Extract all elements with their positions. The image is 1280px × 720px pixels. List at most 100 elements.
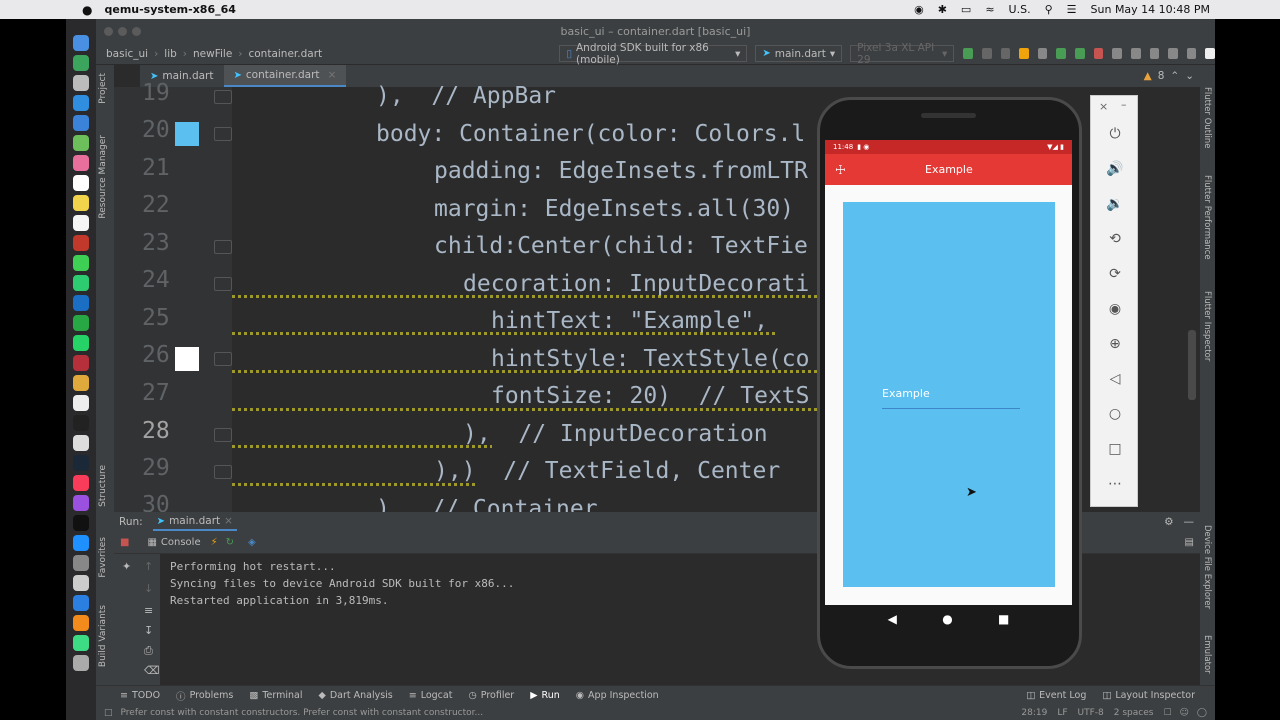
datetime[interactable]: Sun May 14 10:48 PM xyxy=(1091,3,1210,16)
up-arrow-icon[interactable]: ↑ xyxy=(144,560,153,573)
pin-icon[interactable]: ✦ xyxy=(122,560,131,573)
home-icon[interactable]: ○ xyxy=(1105,404,1125,424)
tv-icon[interactable] xyxy=(73,515,89,531)
fold-marker[interactable] xyxy=(214,90,232,104)
back-icon[interactable]: ◀ xyxy=(888,612,897,626)
logcat-tool[interactable]: ≡ Logcat xyxy=(401,690,461,701)
run-tool[interactable]: ▶ Run xyxy=(522,690,568,701)
soft-wrap-icon[interactable]: ≡ xyxy=(144,604,153,617)
fold-marker[interactable] xyxy=(214,277,232,291)
flutter-inspector-tool[interactable]: Flutter Inspector xyxy=(1202,291,1212,361)
numbers-icon[interactable] xyxy=(73,315,89,331)
avd-selector[interactable]: Pixel 3a XL API 29 ▾ xyxy=(850,42,955,66)
breadcrumb-lib[interactable]: lib xyxy=(158,48,183,60)
inspector-icon[interactable] xyxy=(1168,48,1178,59)
indent-setting[interactable]: 2 spaces xyxy=(1114,708,1154,718)
status-message[interactable]: Prefer const with constant constructors.… xyxy=(121,708,484,718)
search-icon[interactable]: ⚲ xyxy=(1045,3,1053,16)
notes-icon[interactable] xyxy=(73,195,89,211)
app-inspection-tool[interactable]: ◉ App Inspection xyxy=(568,690,667,701)
android-studio-icon[interactable] xyxy=(73,635,89,651)
chevron-down-icon[interactable]: ⌄ xyxy=(1185,70,1194,82)
print-icon[interactable]: ⎙ xyxy=(144,644,153,658)
tab-container-dart[interactable]: ➤ container.dart × xyxy=(223,65,347,87)
home-icon[interactable]: ● xyxy=(942,612,952,626)
whatsapp-icon[interactable] xyxy=(73,335,89,351)
warning-icon[interactable]: ▲ xyxy=(1144,70,1152,82)
console-tab[interactable]: Console xyxy=(161,537,201,548)
device-selector[interactable]: ▯ Android SDK built for x86 (mobile) ▾ xyxy=(559,42,748,66)
hot-restart-icon[interactable] xyxy=(1056,48,1067,59)
music-icon[interactable] xyxy=(73,475,89,491)
gear-icon[interactable]: ⚙ xyxy=(1164,516,1173,528)
photos-icon[interactable] xyxy=(73,155,89,171)
launchpad-icon[interactable] xyxy=(73,75,89,91)
hector-icon[interactable]: ☺ xyxy=(1180,708,1189,718)
hot-reload-icon[interactable]: ⚡ xyxy=(211,537,218,548)
game-icon[interactable] xyxy=(73,355,89,371)
minimize-icon[interactable]: – xyxy=(1121,98,1127,111)
run-tab-main-dart[interactable]: ➤ main.dart × xyxy=(152,513,237,531)
emulator-tool[interactable]: Emulator xyxy=(1202,635,1212,674)
settings-icon[interactable] xyxy=(73,555,89,571)
facetime-icon[interactable] xyxy=(73,275,89,291)
overview-icon[interactable]: □ xyxy=(1105,439,1125,459)
camera-icon[interactable]: ◉ xyxy=(1105,299,1125,319)
volume-up-icon[interactable]: 🔊 xyxy=(1105,159,1125,179)
run-icon[interactable] xyxy=(963,48,973,59)
app-store-icon[interactable] xyxy=(73,535,89,551)
build-variants-tool[interactable]: Build Variants xyxy=(98,605,108,667)
apple-icon[interactable]: ● xyxy=(82,3,92,17)
android-icon[interactable] xyxy=(1075,48,1085,59)
reminders-icon[interactable] xyxy=(73,215,89,231)
rotate-left-icon[interactable]: ⟲ xyxy=(1105,229,1125,249)
caret-position[interactable]: 28:19 xyxy=(1021,708,1047,718)
photo-booth-icon[interactable] xyxy=(73,235,89,251)
more-icon[interactable]: ⋯ xyxy=(1105,474,1125,494)
epic-games-icon[interactable] xyxy=(73,415,89,431)
bluetooth-icon[interactable]: ✱ xyxy=(938,3,947,16)
breadcrumb-newfile[interactable]: newFile xyxy=(187,48,238,60)
record-icon[interactable]: ◉ xyxy=(914,3,924,16)
close-icon[interactable]: × xyxy=(1099,100,1108,113)
avd-manager-icon[interactable] xyxy=(1130,48,1141,59)
app-name[interactable]: qemu-system-x86_64 xyxy=(104,3,235,16)
trash-icon[interactable] xyxy=(73,655,89,671)
calendar-icon[interactable] xyxy=(73,175,89,191)
todo-tool[interactable]: ≡ TODO xyxy=(96,690,168,701)
memory-icon[interactable]: ◯ xyxy=(1197,708,1207,718)
vscode-icon[interactable] xyxy=(73,295,89,311)
favorites-tool[interactable]: Favorites xyxy=(98,537,108,578)
settings-icon[interactable] xyxy=(1205,48,1216,59)
close-icon[interactable]: × xyxy=(328,69,337,81)
project-tool[interactable]: Project xyxy=(98,73,108,104)
input-source[interactable]: U.S. xyxy=(1009,3,1031,16)
dart-analysis-tool[interactable]: ◆ Dart Analysis xyxy=(311,690,401,701)
disk-utility-icon[interactable] xyxy=(73,575,89,591)
recents-icon[interactable]: ■ xyxy=(998,612,1009,626)
back-icon[interactable]: ◁ xyxy=(1105,369,1125,389)
fold-marker[interactable] xyxy=(214,240,232,254)
close-icon[interactable]: × xyxy=(224,515,233,527)
profiler-tool[interactable]: ◷ Profiler xyxy=(460,690,522,701)
minimize-window-button[interactable] xyxy=(118,27,127,36)
chrome-icon-2[interactable] xyxy=(73,375,89,391)
attach-icon[interactable] xyxy=(1000,48,1011,59)
fold-marker[interactable] xyxy=(214,428,232,442)
breadcrumb-file[interactable]: container.dart xyxy=(242,48,328,60)
keynote-icon[interactable] xyxy=(73,595,89,611)
power-icon[interactable]: ⏻ xyxy=(1105,124,1125,144)
rotate-right-icon[interactable]: ⟳ xyxy=(1105,264,1125,284)
sync-icon[interactable] xyxy=(1112,48,1122,59)
file-encoding[interactable]: UTF-8 xyxy=(1078,708,1104,718)
steam-icon[interactable] xyxy=(73,455,89,471)
devtools-icon[interactable]: ◈ xyxy=(248,537,256,548)
structure-tool[interactable]: Structure xyxy=(98,465,108,507)
color-swatch-white[interactable] xyxy=(175,347,199,371)
hot-reload-icon[interactable] xyxy=(1019,48,1029,59)
search-icon[interactable] xyxy=(1186,48,1197,59)
example-text-field[interactable]: Example xyxy=(882,387,1020,409)
hot-restart-icon[interactable]: ↻ xyxy=(226,537,234,548)
scroll-to-end-icon[interactable]: ↧ xyxy=(144,624,153,637)
stop-icon[interactable] xyxy=(1093,48,1104,59)
